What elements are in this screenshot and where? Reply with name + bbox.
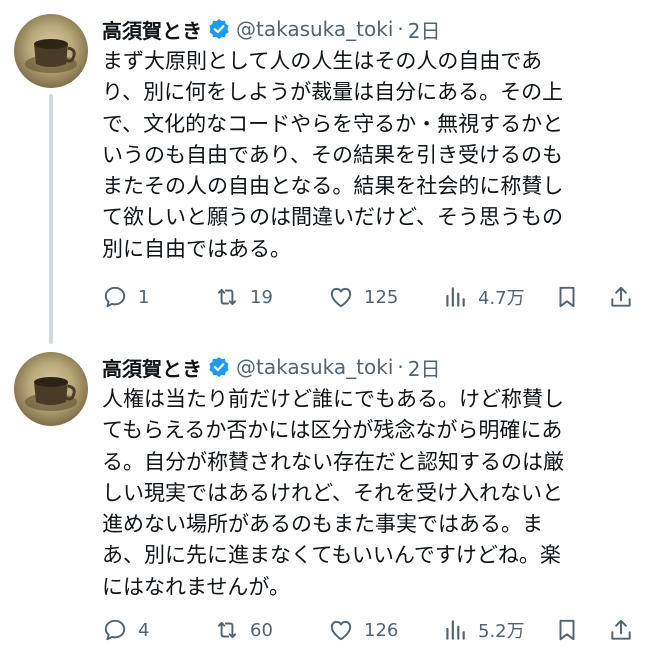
verified-badge-icon [208, 18, 230, 40]
like-button[interactable]: 125 [328, 280, 398, 314]
author-handle[interactable]: @takasuka_toki [236, 355, 393, 379]
reply-count: 4 [138, 619, 150, 641]
author-handle[interactable]: @takasuka_toki [236, 17, 393, 41]
bookmark-button[interactable] [554, 613, 580, 647]
share-button[interactable] [608, 613, 634, 647]
tweet[interactable]: 高須賀とき @takasuka_toki · 2日 まず大原則として人の人生はそ… [0, 0, 650, 344]
avatar[interactable] [14, 14, 88, 88]
reply-button[interactable]: 1 [102, 280, 149, 314]
action-bar: 4 60 126 5.2万 [102, 613, 642, 647]
views-button[interactable]: 5.2万 [442, 613, 525, 647]
reply-count: 1 [138, 286, 150, 308]
retweet-count: 19 [250, 286, 273, 308]
retweet-button[interactable]: 19 [214, 280, 273, 314]
reply-icon [104, 619, 126, 641]
like-count: 125 [364, 286, 399, 308]
retweet-icon [217, 621, 237, 639]
bookmark-button[interactable] [554, 280, 580, 314]
tweet-header: 高須賀とき @takasuka_toki · 2日 [102, 350, 440, 384]
like-count: 126 [364, 619, 399, 641]
tweet-text: 人権は当たり前だけど誰にでもある。けど称賛し てもらえるか否かには区分が残念なが… [102, 387, 564, 599]
tweet-header: 高須賀とき @takasuka_toki · 2日 [102, 12, 440, 46]
retweet-count: 60 [250, 619, 273, 641]
like-icon [330, 287, 352, 308]
verified-badge-icon [208, 356, 230, 378]
share-icon [611, 619, 631, 640]
action-bar: 1 19 125 4.7万 [102, 280, 642, 314]
thread-line [49, 94, 53, 344]
timestamp[interactable]: 2日 [408, 353, 441, 382]
views-button[interactable]: 4.7万 [442, 280, 525, 314]
separator-dot: · [397, 355, 404, 379]
tweet[interactable]: 高須賀とき @takasuka_toki · 2日 人権は当たり前だけど誰にでも… [0, 338, 650, 664]
author-name[interactable]: 高須賀とき [102, 353, 202, 382]
share-icon [611, 286, 631, 307]
avatar[interactable] [14, 352, 88, 426]
like-icon [330, 620, 352, 641]
views-count: 4.7万 [478, 288, 525, 309]
timestamp[interactable]: 2日 [408, 15, 441, 44]
bookmark-icon [559, 286, 575, 308]
tweet-text: まず大原則として人の人生はその人の自由であ り、別に何をしようが裁量は自分にある… [102, 49, 564, 261]
like-button[interactable]: 126 [328, 613, 398, 647]
separator-dot: · [397, 17, 404, 41]
retweet-icon [217, 288, 237, 306]
views-icon [446, 620, 465, 640]
bookmark-icon [559, 619, 575, 641]
author-name[interactable]: 高須賀とき [102, 15, 202, 44]
reply-icon [104, 286, 126, 308]
views-icon [446, 287, 465, 307]
views-count: 5.2万 [478, 621, 525, 642]
share-button[interactable] [608, 280, 634, 314]
reply-button[interactable]: 4 [102, 613, 149, 647]
retweet-button[interactable]: 60 [214, 613, 273, 647]
